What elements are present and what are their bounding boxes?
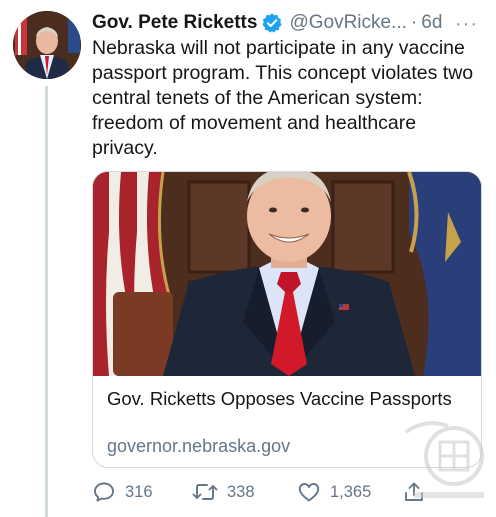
thread-line [45, 86, 48, 517]
avatar[interactable] [13, 11, 81, 79]
like-count: 1,365 [330, 482, 372, 501]
card-title[interactable]: Gov. Ricketts Opposes Vaccine Passports [107, 387, 467, 411]
retweet-arrows-icon [192, 484, 218, 500]
card-domain[interactable]: governor.nebraska.gov [107, 435, 290, 457]
reply-button[interactable]: 316 [92, 478, 153, 506]
speech-bubble-icon [94, 482, 114, 502]
retweet-count: 338 [227, 482, 255, 501]
retweet-button[interactable]: 338 [192, 478, 255, 506]
separator-dot: · [410, 12, 418, 33]
user-handle[interactable]: @GovRicke... [289, 11, 406, 35]
tweet-header: Gov. Pete Ricketts @GovRicke... · 6d ··· [92, 10, 488, 36]
reply-count: 316 [125, 482, 153, 501]
verified-badge-icon [261, 12, 283, 34]
display-name[interactable]: Gov. Pete Ricketts [92, 11, 257, 35]
card-image [93, 172, 481, 378]
heart-icon [298, 483, 320, 502]
watermark-logo [396, 412, 492, 512]
tweet-timestamp[interactable]: 6d [421, 11, 442, 35]
avatar-photo [13, 11, 81, 79]
like-button[interactable]: 1,365 [297, 478, 371, 506]
more-options-icon[interactable]: ··· [455, 12, 478, 36]
tweet-text: Nebraska will not participate in any vac… [92, 37, 474, 159]
